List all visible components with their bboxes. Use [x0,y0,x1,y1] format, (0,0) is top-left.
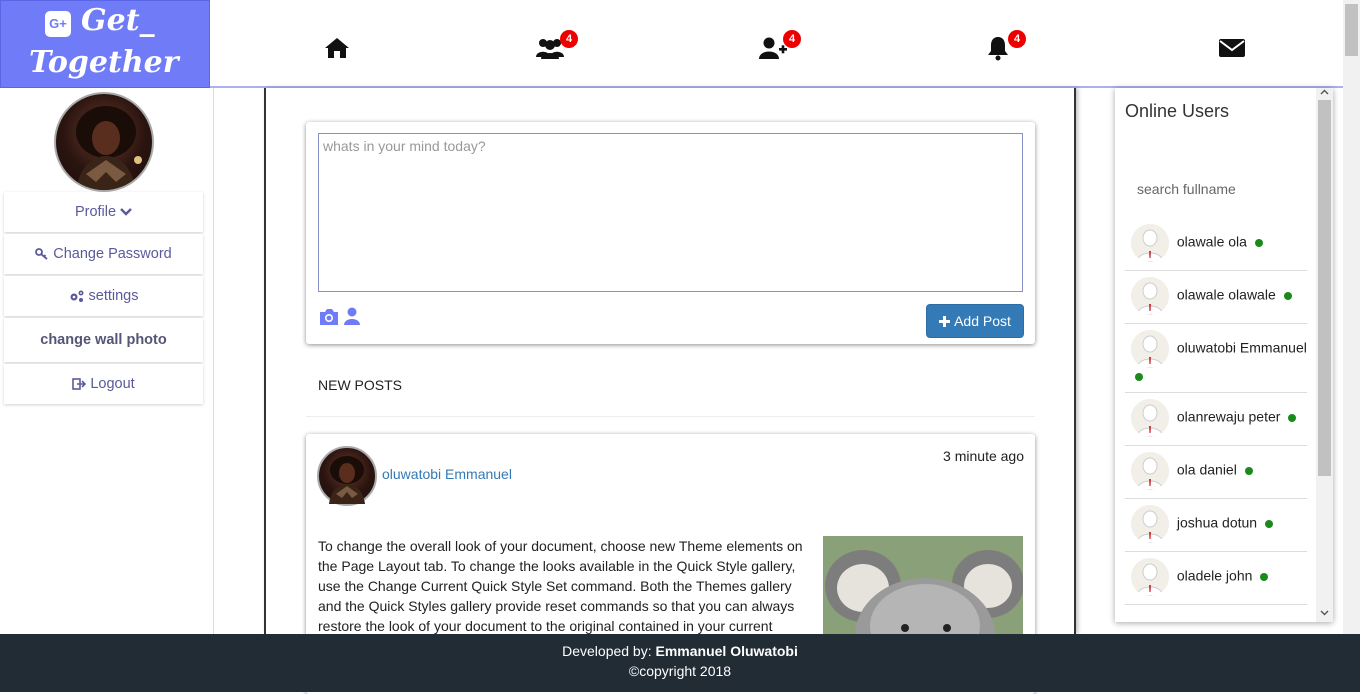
home-icon [325,38,349,58]
page-footer: Developed by: Emmanuel Oluwatobi ©copyri… [0,634,1360,692]
footer-credit: Developed by: Emmanuel Oluwatobi [0,641,1360,661]
online-status-dot [1254,239,1263,247]
new-posts-heading: NEW POSTS [318,377,403,393]
top-navbar: G+ Get_ Together 4 4 4 [0,0,1343,88]
online-user-item[interactable]: olanrewaju peter [1125,393,1307,446]
logout-icon [72,378,87,390]
home-nav-button[interactable] [321,34,353,62]
brand-logo[interactable]: G+ Get_ Together [0,0,210,88]
user-name: olawale olawale [1176,286,1276,303]
settings-label: settings [88,288,139,304]
change-wall-photo-label: change wall photo [40,332,167,348]
developed-by-label: Developed by: [562,643,652,659]
profile-menu-button[interactable]: Profile [4,192,203,232]
default-avatar-icon [1131,505,1169,543]
envelope-icon [1219,39,1245,57]
default-avatar-icon [1131,277,1169,315]
online-users-scrollbar-thumb[interactable] [1318,100,1331,476]
post-body: To change the overall look of your docum… [318,538,803,634]
friends-nav-button[interactable]: 4 [534,30,578,62]
change-wall-photo-link[interactable]: change wall photo [4,318,203,362]
online-users-scrollbar[interactable] [1316,88,1333,622]
chevron-down-icon [120,208,132,216]
logout-label: Logout [90,376,135,392]
profile-photo [76,106,142,190]
tag-user-icon[interactable] [344,307,360,326]
online-status-dot [1244,467,1253,475]
messages-nav-button[interactable] [1216,34,1248,62]
user-name: olawale ola [1176,233,1247,250]
default-avatar-icon [1131,330,1169,368]
page-scrollbar-thumb[interactable] [1345,4,1358,56]
user-name: olanrewaju peter [1176,408,1281,425]
online-user-item[interactable]: oladele john [1125,552,1307,605]
main-feed-column: Add Post NEW POSTS oluwatobi Emmanuel 3 … [264,88,1076,694]
post-author-link[interactable]: oluwatobi Emmanuel [382,466,512,482]
add-post-button[interactable]: Add Post [926,304,1024,338]
user-name: oluwatobi Emmanuel [1176,339,1307,356]
profile-avatar[interactable] [54,92,154,192]
default-avatar-icon [1131,452,1169,490]
post-composer: Add Post [306,122,1035,344]
online-status-dot [1135,373,1143,382]
brand-title-line1: Get_ [81,3,155,38]
scroll-down-icon[interactable] [1320,608,1329,617]
author-photo [329,456,365,504]
change-password-label: Change Password [53,246,172,262]
online-status-dot [1264,520,1273,528]
default-avatar-icon [1131,558,1169,596]
online-user-item[interactable]: olawale ola [1125,218,1307,271]
settings-link[interactable]: settings [4,276,203,316]
plus-icon [939,315,951,327]
section-divider [306,416,1035,417]
friend-requests-badge: 4 [783,30,801,48]
search-fullname-input[interactable] [1135,180,1305,198]
online-users-title: Online Users [1125,101,1230,121]
notifications-badge: 4 [1008,30,1026,48]
default-avatar-icon [1131,399,1169,437]
gears-icon [70,290,83,302]
post-author-avatar[interactable] [317,446,377,506]
online-users-list: olawale ola olawale olawale oluwatobi Em… [1125,218,1307,605]
key-icon [35,248,48,260]
brand-title-line2: Together [29,45,179,80]
profile-label: Profile [74,204,117,220]
user-name: joshua dotun [1176,514,1258,531]
online-user-item[interactable]: joshua dotun [1125,499,1307,552]
online-users-panel: Online Users olawale ola [1115,88,1333,622]
online-status-dot [1288,414,1297,422]
camera-icon[interactable] [318,308,340,326]
friends-badge: 4 [560,30,578,48]
online-user-item[interactable]: ola daniel [1125,446,1307,499]
logout-link[interactable]: Logout [4,364,203,404]
add-post-label: Add Post [954,313,1011,329]
online-user-item[interactable]: oluwatobi Emmanuel [1125,324,1307,393]
default-avatar-icon [1131,224,1169,262]
user-name: ola daniel [1176,461,1237,478]
online-user-item[interactable]: olawale olawale [1125,271,1307,324]
online-status-dot [1283,292,1292,300]
post-input[interactable] [318,133,1023,292]
scroll-up-icon[interactable] [1320,88,1329,97]
footer-copyright: ©copyright 2018 [628,663,732,679]
developer-name: Emmanuel Oluwatobi [655,643,798,659]
online-status-dot [1260,573,1269,581]
user-name: oladele john [1176,567,1253,584]
google-plus-icon: G+ [45,11,71,37]
page-scrollbar[interactable] [1343,0,1360,634]
change-password-link[interactable]: Change Password [4,234,203,274]
notifications-nav-button[interactable]: 4 [982,30,1026,62]
post-timestamp: 3 minute ago [943,448,1024,464]
left-sidebar: Profile Change Password settings change … [0,88,214,634]
friend-requests-nav-button[interactable]: 4 [757,30,801,62]
